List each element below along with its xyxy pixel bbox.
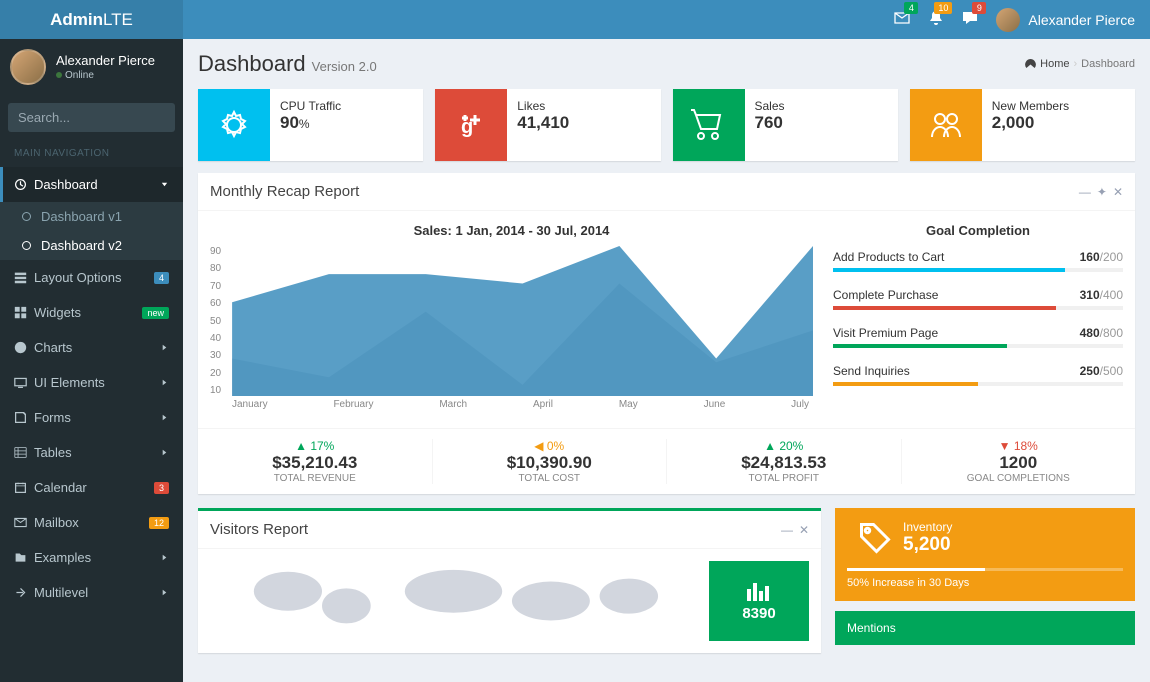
sidebar-item-examples[interactable]: Examples (0, 540, 183, 575)
goal-visit-premium-page: Visit Premium Page480/800 (833, 326, 1123, 348)
bell-icon[interactable]: 10 (928, 10, 944, 29)
inventory-box: Inventory 5,200 50% Increase in 30 Days (835, 508, 1135, 601)
search-input[interactable] (8, 103, 175, 132)
info-box-cpu-traffic: CPU Traffic90% (198, 89, 423, 161)
mail-icon[interactable]: 4 (894, 10, 910, 29)
goal-send-inquiries: Send Inquiries250/500 (833, 364, 1123, 386)
chat-icon[interactable]: 9 (962, 10, 978, 29)
sidebar-item-mailbox[interactable]: Mailbox12 (0, 505, 183, 540)
mail-badge: 4 (904, 2, 918, 14)
info-box-new-members: New Members2,000 (910, 89, 1135, 161)
visitors-sparkline: 8390 (709, 561, 809, 641)
settings-button[interactable]: ✦ (1097, 185, 1107, 199)
avatar (10, 49, 46, 85)
goal-title: Goal Completion (833, 223, 1123, 238)
bell-badge: 10 (934, 2, 952, 14)
submenu-dashboard-v1[interactable]: Dashboard v1 (0, 202, 183, 231)
stat-goal-completions: ▼ 18%1200GOAL COMPLETIONS (902, 439, 1136, 484)
sidebar-item-layout-options[interactable]: Layout Options4 (0, 260, 183, 295)
cart-icon (673, 89, 745, 161)
close-button[interactable]: ✕ (1113, 185, 1123, 199)
svg-text:g: g (461, 116, 473, 138)
sidebar-item-widgets[interactable]: Widgetsnew (0, 295, 183, 330)
logo[interactable]: AdminLTE (0, 0, 183, 39)
collapse-button[interactable]: — (1079, 185, 1091, 199)
chart-title: Sales: 1 Jan, 2014 - 30 Jul, 2014 (210, 223, 813, 238)
tag-icon (847, 520, 903, 556)
close-button[interactable]: ✕ (799, 523, 809, 537)
stat-total-revenue: ▲ 17%$35,210.43TOTAL REVENUE (198, 439, 433, 484)
sidebar-item-dashboard[interactable]: Dashboard (0, 167, 183, 202)
sidebar-item-charts[interactable]: Charts (0, 330, 183, 365)
stat-total-profit: ▲ 20%$24,813.53TOTAL PROFIT (667, 439, 902, 484)
sidebar-item-forms[interactable]: Forms (0, 400, 183, 435)
goal-add-products-to-cart: Add Products to Cart160/200 (833, 250, 1123, 272)
info-box-likes: gLikes41,410 (435, 89, 660, 161)
user-panel: Alexander Pierce Online (0, 39, 183, 95)
breadcrumb: Home › Dashboard (1025, 58, 1135, 70)
breadcrumb-active: Dashboard (1081, 58, 1135, 70)
gplus-icon: g (435, 89, 507, 161)
dashboard-icon (1025, 59, 1036, 70)
user-status[interactable]: Online (56, 70, 155, 81)
sidebar-item-calendar[interactable]: Calendar3 (0, 470, 183, 505)
world-map[interactable] (210, 561, 697, 641)
user-menu[interactable]: Alexander Pierce (996, 8, 1135, 32)
visitors-title: Visitors Report (210, 521, 308, 538)
user-name: Alexander Pierce (56, 53, 155, 68)
sidebar-item-tables[interactable]: Tables (0, 435, 183, 470)
nav-header: MAIN NAVIGATION (0, 140, 183, 167)
breadcrumb-home[interactable]: Home (1040, 58, 1069, 70)
info-box-sales: Sales760 (673, 89, 898, 161)
page-title: DashboardVersion 2.0 (198, 51, 377, 77)
avatar (996, 8, 1020, 32)
sales-chart (210, 246, 813, 396)
user-name: Alexander Pierce (1028, 12, 1135, 28)
recap-title: Monthly Recap Report (210, 183, 359, 200)
stat-total-cost: ◀ 0%$10,390.90TOTAL COST (433, 439, 668, 484)
gear-icon (198, 89, 270, 161)
submenu-dashboard-v2[interactable]: Dashboard v2 (0, 231, 183, 260)
users-icon (910, 89, 982, 161)
mentions-box: Mentions (835, 611, 1135, 645)
collapse-button[interactable]: — (781, 523, 793, 537)
sidebar-item-ui-elements[interactable]: UI Elements (0, 365, 183, 400)
goal-complete-purchase: Complete Purchase310/400 (833, 288, 1123, 310)
chat-badge: 9 (972, 2, 986, 14)
